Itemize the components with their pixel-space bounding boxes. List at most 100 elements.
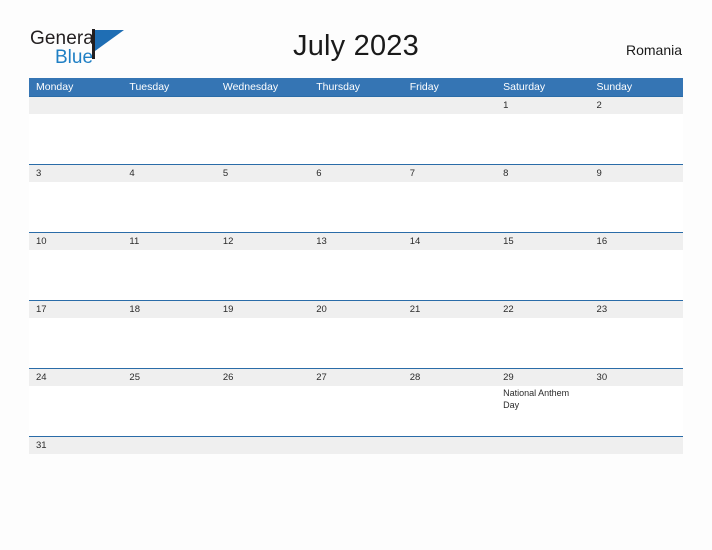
day-event (496, 318, 589, 368)
day-event (216, 318, 309, 368)
day-number[interactable]: 3 (29, 165, 122, 182)
day-event (590, 114, 683, 164)
day-number[interactable]: 20 (309, 301, 402, 318)
day-number[interactable]: 29 (496, 369, 589, 386)
week-date-band: 10 11 12 13 14 15 16 (29, 233, 683, 250)
day-number[interactable]: 23 (590, 301, 683, 318)
week-event-band (29, 114, 683, 164)
day-event-national-anthem-day: National Anthem Day (503, 388, 570, 410)
day-event (29, 182, 122, 232)
calendar-week-row: 10 11 12 13 14 15 16 (29, 232, 683, 300)
day-event (309, 182, 402, 232)
day-event (496, 250, 589, 300)
day-number[interactable]: 31 (29, 437, 122, 454)
day-number[interactable]: 27 (309, 369, 402, 386)
calendar-page: General Blue July 2023 Romania Monday Tu… (0, 0, 712, 550)
day-number[interactable] (403, 97, 496, 114)
day-event (122, 318, 215, 368)
day-number[interactable] (309, 97, 402, 114)
day-number[interactable]: 4 (122, 165, 215, 182)
weekday-header-monday: Monday (36, 81, 74, 93)
day-number[interactable]: 16 (590, 233, 683, 250)
weekday-header-wednesday: Wednesday (222, 81, 279, 93)
day-number[interactable]: 26 (216, 369, 309, 386)
day-number[interactable]: 19 (216, 301, 309, 318)
calendar-week-row: 1 2 (29, 96, 683, 164)
day-event (403, 386, 496, 436)
weekday-header-tuesday: Tuesday (129, 81, 170, 93)
day-event (216, 250, 309, 300)
day-number[interactable]: 8 (496, 165, 589, 182)
day-event (122, 182, 215, 232)
week-date-band: 3 4 5 6 7 8 9 (29, 165, 683, 182)
day-number[interactable]: 30 (590, 369, 683, 386)
day-event (309, 318, 402, 368)
day-event (403, 250, 496, 300)
weekday-header-saturday: Saturday (503, 81, 546, 93)
day-number[interactable]: 10 (29, 233, 122, 250)
weekday-header-row: Monday Tuesday Wednesday Thursday Friday… (29, 78, 683, 96)
day-event (496, 114, 589, 164)
day-event (403, 114, 496, 164)
day-event (309, 386, 402, 436)
day-number[interactable]: 25 (122, 369, 215, 386)
day-number[interactable]: 6 (309, 165, 402, 182)
day-number[interactable]: 5 (216, 165, 309, 182)
day-event (309, 250, 402, 300)
week-date-band: 1 2 (29, 97, 683, 114)
calendar-week-row: 24 25 26 27 28 29 30 National Anthem Day (29, 368, 683, 436)
day-number[interactable]: 14 (403, 233, 496, 250)
day-number[interactable] (122, 437, 215, 454)
day-number[interactable]: 28 (403, 369, 496, 386)
day-number[interactable] (216, 97, 309, 114)
week-event-band (29, 250, 683, 300)
day-number[interactable]: 1 (496, 97, 589, 114)
day-number[interactable]: 24 (29, 369, 122, 386)
day-number[interactable]: 7 (403, 165, 496, 182)
day-number[interactable]: 18 (122, 301, 215, 318)
week-date-band: 17 18 19 20 21 22 23 (29, 301, 683, 318)
day-event (590, 318, 683, 368)
day-number[interactable] (590, 437, 683, 454)
day-event (29, 386, 122, 436)
weekday-header-thursday: Thursday (316, 81, 361, 93)
day-number[interactable]: 22 (496, 301, 589, 318)
day-event (122, 250, 215, 300)
day-event (216, 386, 309, 436)
week-event-band: National Anthem Day (29, 386, 683, 436)
day-number[interactable]: 9 (590, 165, 683, 182)
day-number[interactable] (309, 437, 402, 454)
day-number[interactable] (403, 437, 496, 454)
page-header: General Blue July 2023 Romania (0, 0, 712, 76)
day-number[interactable] (216, 437, 309, 454)
day-event (590, 182, 683, 232)
day-number[interactable] (496, 437, 589, 454)
day-number[interactable]: 11 (122, 233, 215, 250)
day-number[interactable]: 2 (590, 97, 683, 114)
page-title: July 2023 (293, 30, 419, 62)
day-number[interactable]: 17 (29, 301, 122, 318)
day-event (496, 182, 589, 232)
day-event (216, 182, 309, 232)
week-date-band: 31 (29, 437, 683, 454)
calendar-week-row: 3 4 5 6 7 8 9 (29, 164, 683, 232)
day-event (403, 182, 496, 232)
calendar-week-row: 17 18 19 20 21 22 23 (29, 300, 683, 368)
day-event (29, 318, 122, 368)
day-event (590, 250, 683, 300)
day-number[interactable] (122, 97, 215, 114)
week-event-band (29, 318, 683, 368)
day-number[interactable]: 21 (403, 301, 496, 318)
day-number[interactable] (29, 97, 122, 114)
weekday-header-sunday: Sunday (596, 81, 633, 93)
country-label: Romania (625, 42, 682, 58)
day-event (403, 318, 496, 368)
calendar-grid: Monday Tuesday Wednesday Thursday Friday… (29, 78, 683, 454)
calendar-week-row: 31 (29, 436, 683, 454)
day-number[interactable]: 13 (309, 233, 402, 250)
day-number[interactable]: 12 (216, 233, 309, 250)
day-event (590, 386, 683, 436)
day-event (29, 250, 122, 300)
day-number[interactable]: 15 (496, 233, 589, 250)
weekday-header-friday: Friday (409, 81, 439, 93)
